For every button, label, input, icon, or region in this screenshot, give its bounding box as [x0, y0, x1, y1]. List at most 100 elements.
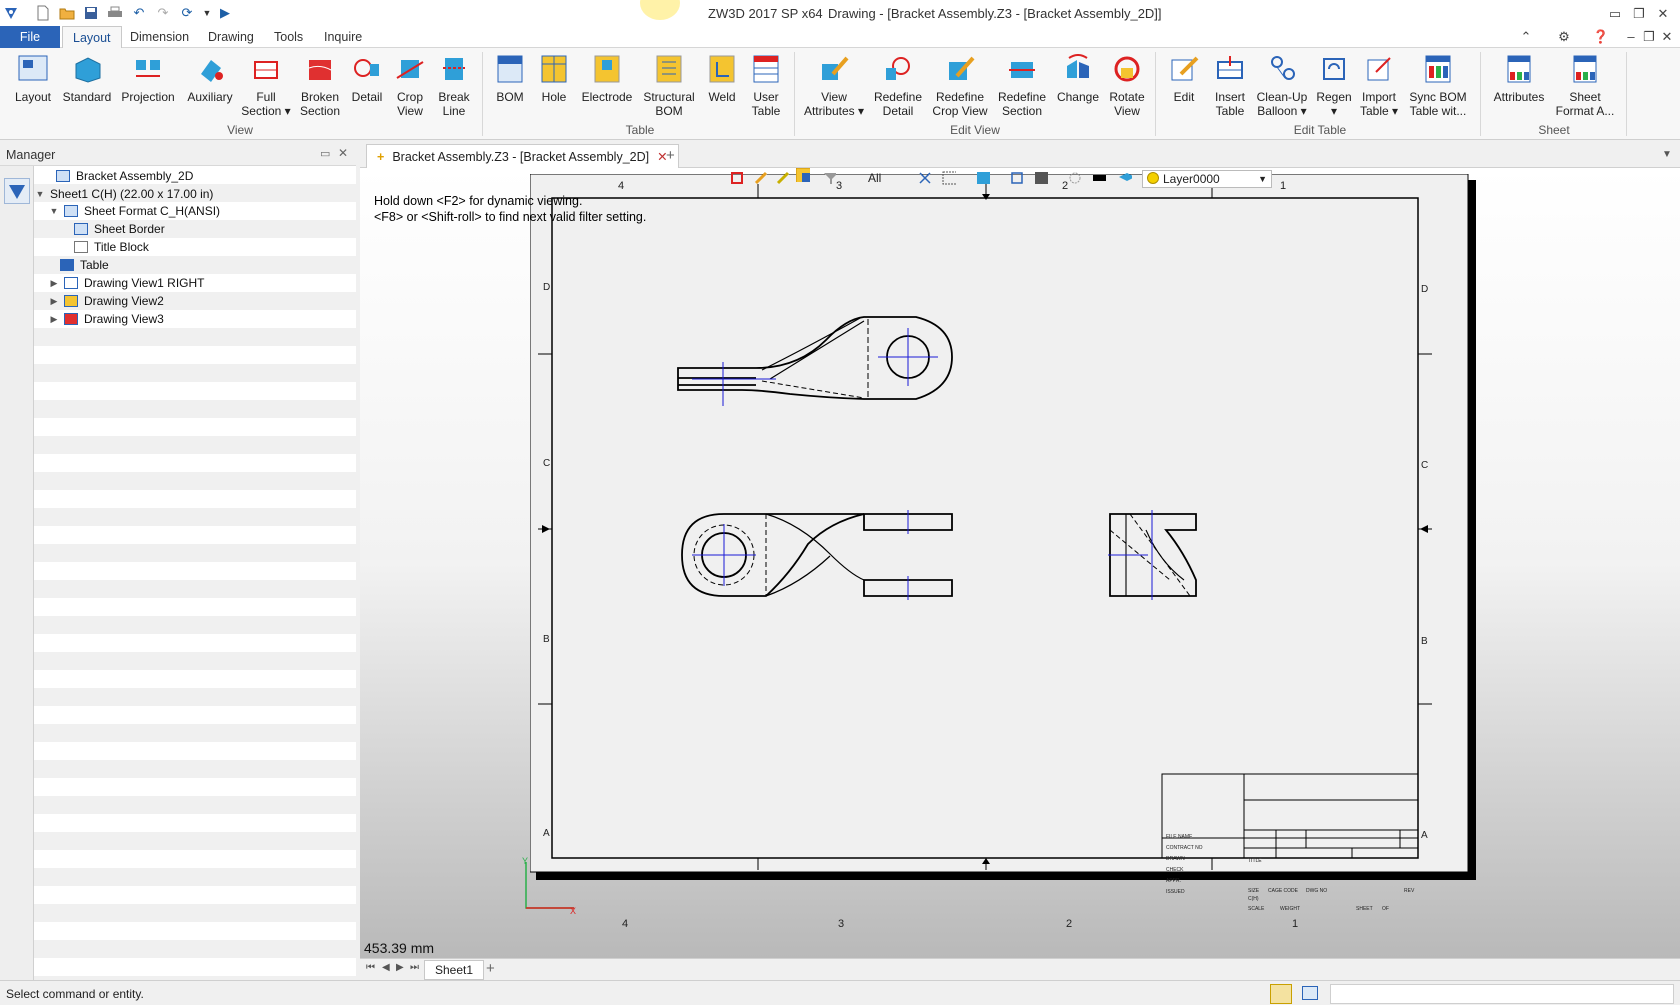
line-color-icon[interactable] — [1092, 171, 1106, 185]
rotate-view-button[interactable]: Rotate View — [1104, 52, 1150, 128]
app-logo-icon[interactable] — [2, 4, 20, 22]
electrode-table-button[interactable]: Electrode — [578, 52, 636, 128]
tree-item-drawing-view2[interactable]: ▶ Drawing View2 — [48, 292, 164, 310]
active-filter-icon[interactable] — [796, 168, 810, 182]
tab-layout[interactable]: Layout — [62, 26, 122, 48]
regen-button[interactable]: Regen ▾ — [1312, 52, 1356, 128]
tab-dimension[interactable]: Dimension — [120, 26, 199, 48]
structural-bom-button[interactable]: Structural BOM — [638, 52, 700, 128]
redefine-detail-button[interactable]: Redefine Detail — [868, 52, 928, 128]
break-line-button[interactable]: Break Line — [432, 52, 476, 128]
window-layout-icon[interactable] — [1302, 986, 1318, 1000]
sync-bom-button[interactable]: Sync BOM Table wit... — [1404, 52, 1472, 128]
layer-dropdown-icon[interactable]: ▼ — [1258, 171, 1267, 187]
auxiliary-button[interactable]: Auxiliary — [182, 52, 238, 128]
run-icon[interactable]: ▶ — [216, 4, 234, 22]
open-folder-icon[interactable] — [58, 4, 76, 22]
fit-view-icon[interactable] — [1010, 171, 1024, 185]
tree-item-table[interactable]: Table — [60, 256, 109, 274]
document-tab[interactable]: + Bracket Assembly.Z3 - [Bracket Assembl… — [366, 144, 679, 168]
command-input[interactable] — [1330, 984, 1674, 1004]
edit-table-button[interactable]: Edit — [1164, 52, 1204, 128]
tab-tools[interactable]: Tools — [264, 26, 313, 48]
tree-item-sheet-border[interactable]: Sheet Border — [74, 220, 165, 238]
detail-button[interactable]: Detail — [346, 52, 388, 128]
attributes-button[interactable]: Attributes — [1486, 52, 1552, 128]
tree-expander[interactable]: ▶ — [48, 310, 60, 328]
clean-up-balloon-button[interactable]: Clean-Up Balloon ▾ — [1254, 52, 1310, 128]
restore-icon[interactable]: ❐ — [1628, 4, 1650, 24]
projection-button[interactable]: Projection — [116, 52, 180, 128]
sheet-tab-sheet1[interactable]: Sheet1 — [424, 960, 485, 980]
select-tool-icon[interactable] — [730, 171, 744, 185]
layout-button[interactable]: Layout — [8, 52, 58, 128]
tree-expander[interactable]: ▼ — [48, 202, 60, 220]
layer-stack-icon[interactable] — [1118, 171, 1132, 185]
redo-icon[interactable]: ↷ — [154, 4, 172, 22]
sheet-format-button[interactable]: Sheet Format A... — [1554, 52, 1616, 128]
user-table-button[interactable]: User Table — [746, 52, 786, 128]
save-icon[interactable] — [82, 4, 100, 22]
tree-item-label: Title Block — [94, 240, 149, 254]
pen-tool-icon[interactable] — [754, 171, 768, 185]
ribbon-collapse-icon[interactable]: ⌃ — [1515, 27, 1537, 47]
hole-table-button[interactable]: Hole — [534, 52, 574, 128]
tree-item-title-block[interactable]: Title Block — [74, 238, 149, 256]
display-mode-icon[interactable] — [976, 171, 990, 185]
filter-funnel-icon[interactable] — [822, 171, 836, 185]
insert-table-button[interactable]: Insert Table — [1208, 52, 1252, 128]
redefine-section-button[interactable]: Redefine Section — [992, 52, 1052, 128]
change-view-button[interactable]: Change — [1054, 52, 1102, 128]
panel-close-icon[interactable]: ✕ — [338, 146, 348, 160]
tree-item-sheet1[interactable]: ▼ Sheet1 C(H) (22.00 x 17.00 in) — [34, 185, 214, 203]
print-icon[interactable] — [106, 4, 124, 22]
tree-item-sheet-format[interactable]: ▼ Sheet Format C_H(ANSI) — [48, 202, 221, 220]
crop-view-button[interactable]: Crop View — [390, 52, 430, 128]
tab-inquire[interactable]: Inquire — [314, 26, 372, 48]
tree-item-drawing-view3[interactable]: ▶ Drawing View3 — [48, 310, 164, 328]
regenerate-icon[interactable]: ⟳ — [178, 4, 196, 22]
redefine-crop-view-button[interactable]: Redefine Crop View — [930, 52, 990, 128]
panel-float-icon[interactable]: ▭ — [320, 147, 330, 160]
quick-access-dropdown-icon[interactable]: ▼ — [198, 4, 216, 22]
bom-button[interactable]: BOM — [490, 52, 530, 128]
tree-item-drawing-view1[interactable]: ▶ Drawing View1 RIGHT — [48, 274, 205, 292]
hidden-line-icon[interactable] — [1068, 171, 1082, 185]
snap-toggle-icon[interactable] — [1270, 984, 1292, 1004]
undo-icon[interactable]: ↶ — [130, 4, 148, 22]
shading-icon[interactable] — [1034, 171, 1048, 185]
history-tree-tab-icon[interactable] — [4, 178, 30, 204]
grid-icon[interactable] — [942, 171, 956, 185]
last-sheet-icon[interactable]: ⏭ — [410, 962, 419, 973]
pick-tool-icon[interactable] — [918, 171, 932, 185]
new-file-icon[interactable] — [34, 4, 52, 22]
next-sheet-icon[interactable]: ▶ — [396, 962, 404, 973]
doc-close-icon[interactable]: ✕ — [1656, 27, 1678, 47]
first-sheet-icon[interactable]: ⏮ — [366, 962, 375, 973]
tree-expander[interactable]: ▶ — [48, 292, 60, 310]
weld-table-button[interactable]: Weld — [702, 52, 742, 128]
view-attributes-button[interactable]: View Attributes ▾ — [802, 52, 866, 128]
tree-expander[interactable]: ▼ — [34, 185, 46, 203]
add-sheet-icon[interactable]: + — [486, 960, 495, 977]
file-menu[interactable]: File — [0, 26, 60, 48]
import-table-button[interactable]: Import Table ▾ — [1356, 52, 1402, 128]
minimize-icon[interactable]: ▭ — [1604, 4, 1626, 24]
layer-select[interactable]: Layer0000 ▼ — [1142, 170, 1272, 188]
standard-view-button[interactable]: Standard — [60, 52, 114, 128]
close-icon[interactable]: ✕ — [1652, 4, 1674, 24]
settings-gear-icon[interactable]: ⚙ — [1553, 27, 1575, 47]
new-tab-icon[interactable]: + — [666, 147, 675, 164]
full-section-button[interactable]: Full Section ▾ — [240, 52, 292, 128]
drawing-canvas[interactable]: 4 3 2 1 4 3 2 1 D C B A D C B A FILE NAM… — [360, 168, 1680, 958]
drawing-sheet[interactable] — [530, 174, 1476, 880]
tab-drawing[interactable]: Drawing — [198, 26, 264, 48]
brush-tool-icon[interactable] — [776, 171, 790, 185]
prev-sheet-icon[interactable]: ◀ — [382, 962, 390, 973]
help-icon[interactable]: ❓ — [1590, 27, 1612, 47]
tree-expander[interactable]: ▶ — [48, 274, 60, 292]
filter-select[interactable]: All — [868, 171, 881, 185]
tab-list-dropdown-icon[interactable]: ▼ — [1662, 149, 1672, 160]
broken-section-button[interactable]: Broken Section — [294, 52, 346, 128]
tree-item-root[interactable]: Bracket Assembly_2D — [40, 167, 193, 185]
